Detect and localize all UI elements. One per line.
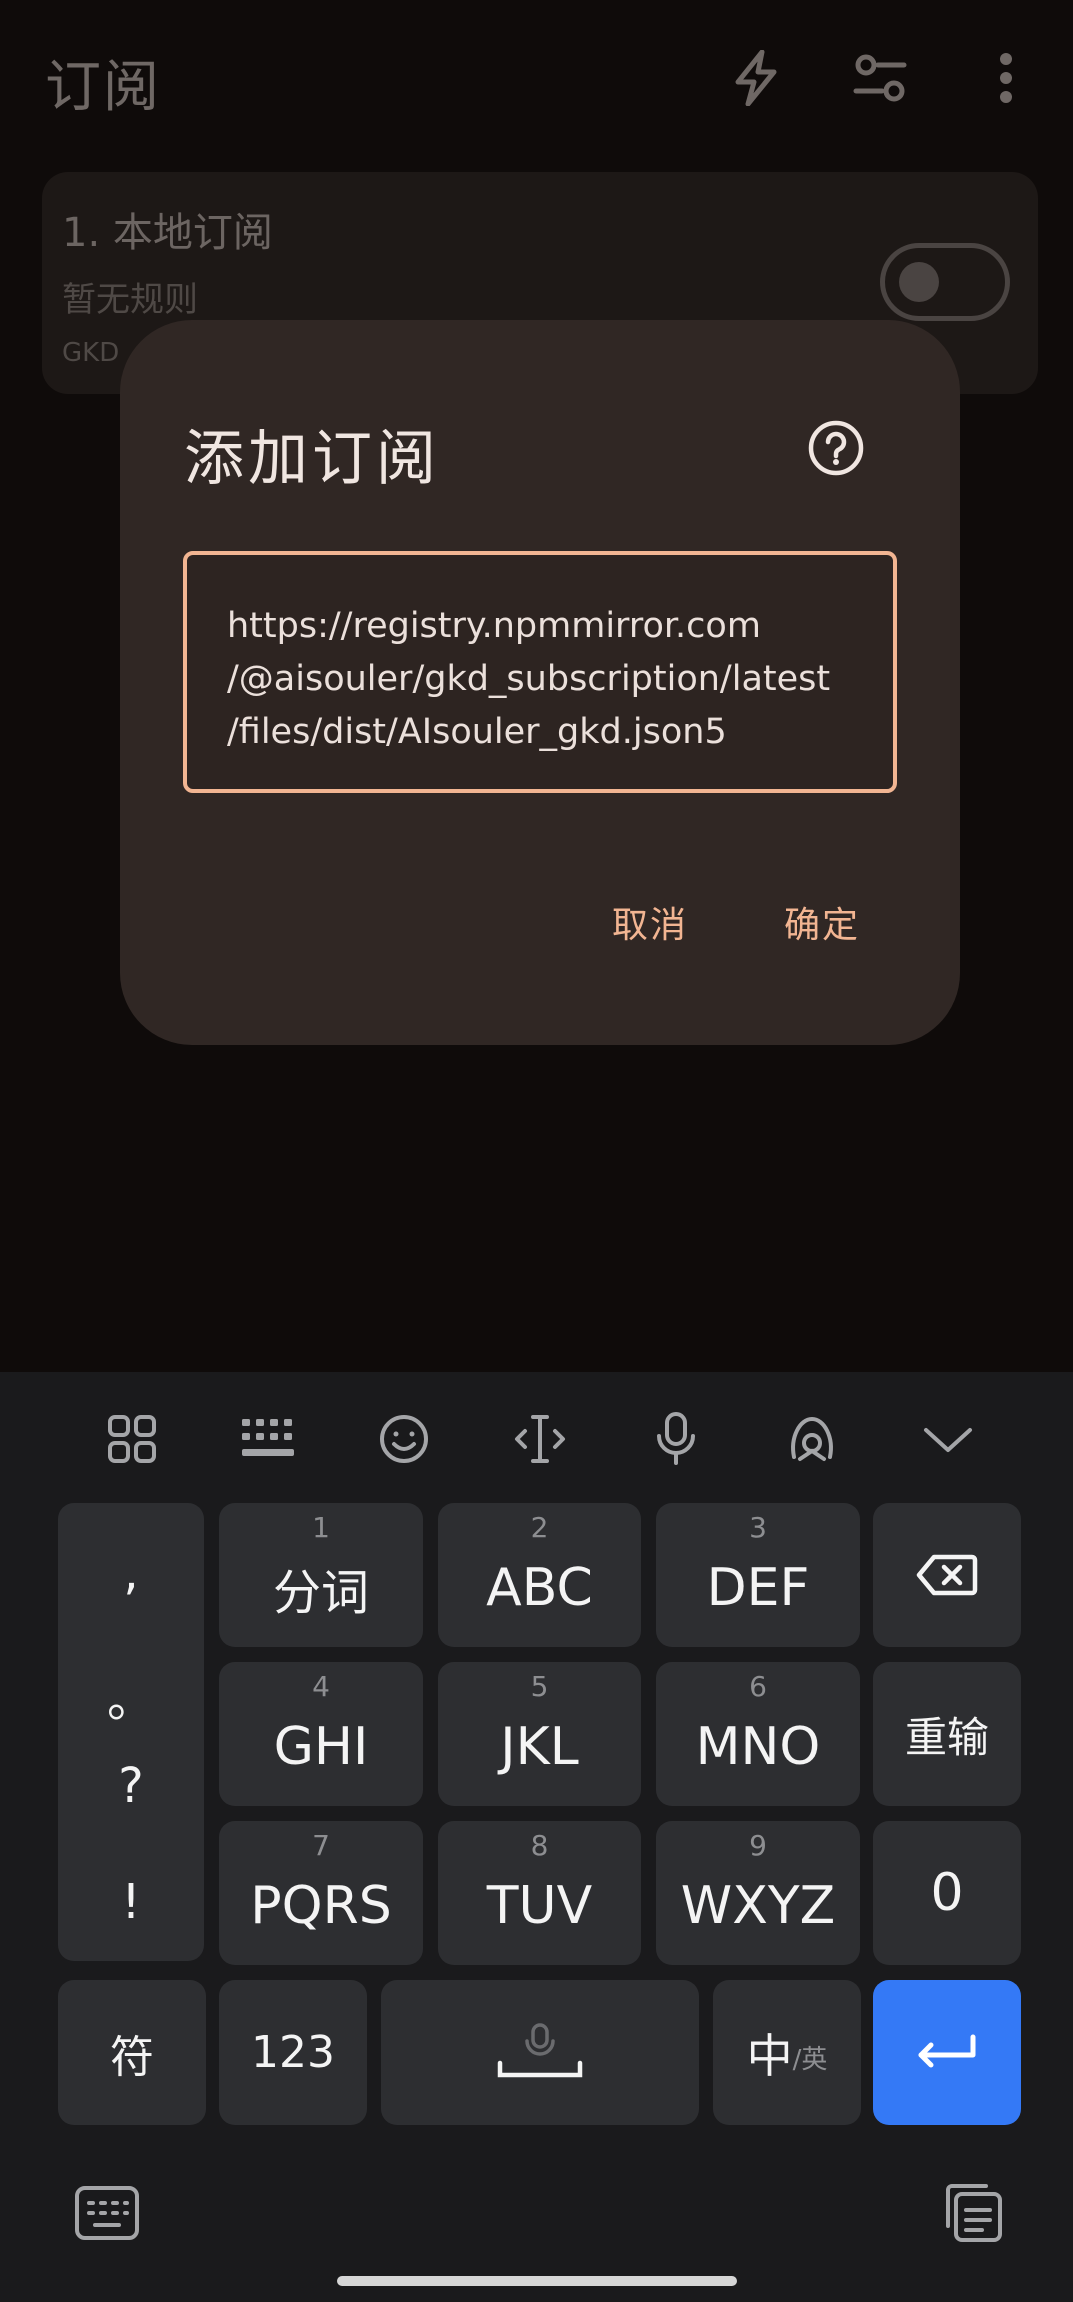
language-switch-key[interactable]: 中/英 [713, 1980, 861, 2125]
t9-key-9[interactable]: 9 WXYZ [656, 1821, 860, 1965]
theme-icon[interactable] [780, 1407, 844, 1471]
microphone-icon[interactable] [644, 1407, 708, 1471]
key-number: 6 [749, 1670, 767, 1703]
key-label: GHI [273, 1717, 369, 1777]
punct-period-key[interactable]: 。 [58, 1660, 204, 1730]
key-label: DEF [706, 1558, 810, 1618]
enter-key[interactable] [873, 1980, 1021, 2125]
key-label: TUV [486, 1876, 593, 1936]
subscription-subtitle: 暂无规则 [62, 280, 198, 320]
lang-main-label: 中 [746, 2028, 793, 2083]
key-number: 4 [312, 1670, 330, 1703]
collapse-icon[interactable] [916, 1407, 980, 1471]
t9-key-8[interactable]: 8 TUV [438, 1821, 641, 1965]
backspace-icon [916, 1554, 978, 1596]
emoji-icon[interactable] [372, 1407, 436, 1471]
apps-grid-icon[interactable] [100, 1407, 164, 1471]
t9-key-5[interactable]: 5 JKL [438, 1662, 641, 1806]
more-vert-icon[interactable] [976, 48, 1036, 108]
key-number: 7 [312, 1829, 330, 1862]
t9-key-6[interactable]: 6 MNO [656, 1662, 860, 1806]
t9-key-7[interactable]: 7 PQRS [219, 1821, 423, 1965]
symbol-key[interactable]: 符 [58, 1980, 206, 2125]
flash-icon[interactable] [726, 48, 786, 108]
subscription-title: 1. 本地订阅 [62, 210, 273, 256]
t9-key-4[interactable]: 4 GHI [219, 1662, 423, 1806]
help-circle-icon[interactable] [806, 418, 866, 478]
punct-comma-key[interactable]: , [58, 1545, 204, 1601]
key-label: WXYZ [680, 1876, 836, 1936]
key-label: ABC [486, 1558, 593, 1618]
home-indicator[interactable] [337, 2276, 737, 2286]
toggle-knob [899, 262, 939, 302]
lang-alt-label: /英 [792, 2045, 828, 2075]
t9-key-1[interactable]: 1 分词 [219, 1503, 423, 1647]
backspace-key[interactable] [873, 1503, 1021, 1647]
cancel-button[interactable]: 取消 [612, 896, 688, 948]
filter-settings-icon[interactable] [850, 48, 910, 108]
subscription-footer: GKD [62, 338, 120, 368]
key-label: MNO [695, 1717, 821, 1777]
punct-question-key[interactable]: ? [58, 1758, 204, 1814]
key-label: JKL [500, 1717, 579, 1777]
page-title: 订阅 [45, 55, 161, 120]
key-number: 3 [749, 1511, 767, 1544]
space-mic-icon [497, 2022, 583, 2077]
zero-key[interactable]: 0 [873, 1821, 1021, 1965]
dialog-title: 添加订阅 [184, 424, 440, 494]
number-mode-key[interactable]: 123 [219, 1980, 367, 2125]
key-label: 分词 [272, 1565, 369, 1621]
punct-exclaim-key[interactable]: ! [58, 1874, 204, 1930]
enter-icon [918, 2034, 976, 2067]
subscription-url-input[interactable]: https://registry.npmmirror.com /@aisoule… [183, 551, 897, 793]
keyboard-switch-icon[interactable] [74, 2183, 140, 2243]
subscription-toggle[interactable] [880, 243, 1010, 321]
key-label: PQRS [250, 1876, 392, 1936]
reinput-key[interactable]: 重输 [873, 1662, 1021, 1806]
t9-key-2[interactable]: 2 ABC [438, 1503, 641, 1647]
confirm-button[interactable]: 确定 [784, 896, 860, 948]
key-number: 8 [530, 1829, 549, 1862]
space-key[interactable] [381, 1980, 699, 2125]
key-number: 1 [312, 1511, 330, 1544]
key-number: 9 [749, 1829, 767, 1862]
t9-key-3[interactable]: 3 DEF [656, 1503, 860, 1647]
cursor-move-icon[interactable] [508, 1407, 572, 1471]
key-number: 5 [530, 1670, 549, 1703]
clipboard-icon[interactable] [940, 2180, 1004, 2244]
key-number: 2 [530, 1511, 549, 1544]
keyboard-layout-icon[interactable] [236, 1407, 300, 1471]
